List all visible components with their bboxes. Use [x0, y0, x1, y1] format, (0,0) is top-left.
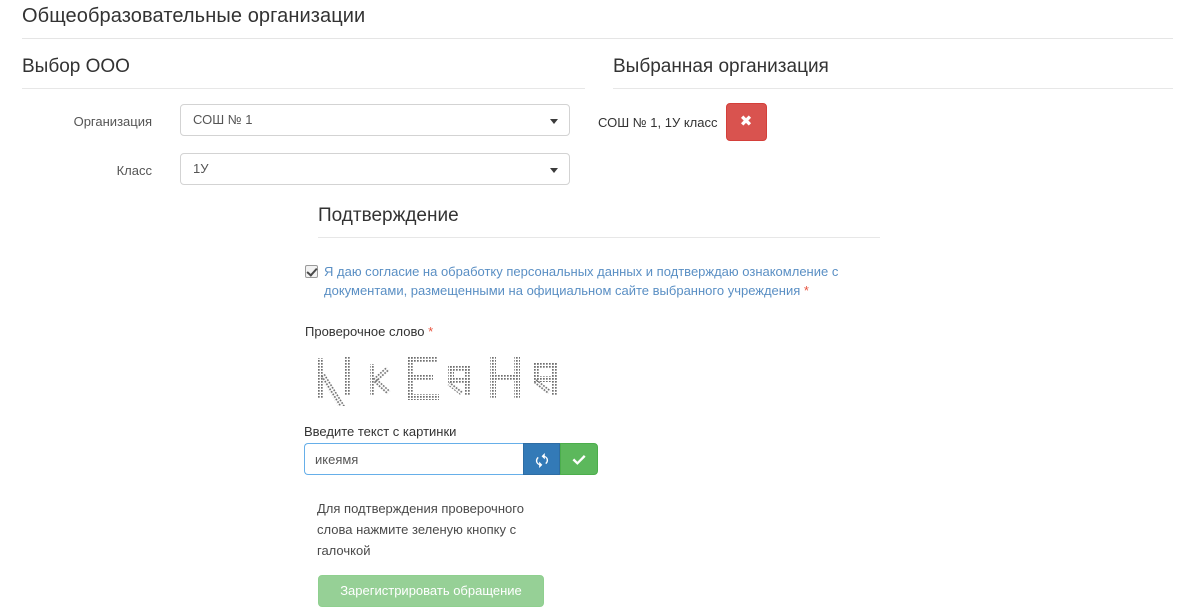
- page-title: Общеобразовательные организации: [22, 5, 366, 27]
- captcha-input[interactable]: [304, 443, 523, 475]
- consent-checkbox[interactable]: [305, 265, 318, 278]
- verify-captcha-button[interactable]: [560, 443, 598, 475]
- captcha-label: Проверочное слово *: [305, 324, 433, 339]
- captcha-label-text: Проверочное слово: [305, 324, 425, 339]
- refresh-icon: [535, 452, 549, 468]
- select-class[interactable]: 1У: [180, 153, 570, 185]
- section-divider-confirmation: [318, 237, 880, 238]
- selected-organization-text: СОШ № 1, 1У класс: [598, 114, 718, 130]
- required-asterisk: *: [803, 283, 809, 298]
- captcha-entry-label: Введите текст с картинки: [304, 424, 457, 439]
- register-request-button[interactable]: Зарегистрировать обращение: [318, 575, 544, 607]
- refresh-captcha-button[interactable]: [523, 443, 560, 475]
- section-heading-org-choice: Выбор ООО: [22, 56, 130, 77]
- consent-label: Я даю согласие на обработку персональных…: [324, 262, 883, 300]
- title-divider: [22, 38, 1173, 39]
- select-organization[interactable]: СОШ № 1: [180, 104, 570, 136]
- section-divider-right: [613, 88, 1173, 89]
- captcha-image: [312, 348, 562, 406]
- consent-text: Я даю согласие на обработку персональных…: [324, 264, 839, 298]
- section-heading-confirmation: Подтверждение: [318, 205, 459, 226]
- selected-organization-row: СОШ № 1, 1У класс ✖: [598, 103, 767, 141]
- section-heading-selected-org: Выбранная организация: [613, 56, 829, 77]
- consent-row: Я даю согласие на обработку персональных…: [305, 262, 883, 300]
- close-icon: ✖: [739, 113, 753, 130]
- select-organization-value: СОШ № 1: [193, 112, 253, 127]
- chevron-down-icon: [550, 119, 558, 124]
- captcha-input-group: [304, 443, 598, 475]
- check-icon: [572, 455, 586, 466]
- chevron-down-icon: [550, 168, 558, 173]
- label-class: Класс: [116, 163, 152, 178]
- section-divider-left: [22, 88, 585, 89]
- select-class-value: 1У: [193, 161, 209, 176]
- captcha-hint: Для подтверждения проверочного слова наж…: [317, 501, 524, 558]
- remove-organization-button[interactable]: ✖: [725, 103, 767, 141]
- label-organization: Организация: [73, 114, 152, 129]
- required-asterisk: *: [428, 324, 434, 339]
